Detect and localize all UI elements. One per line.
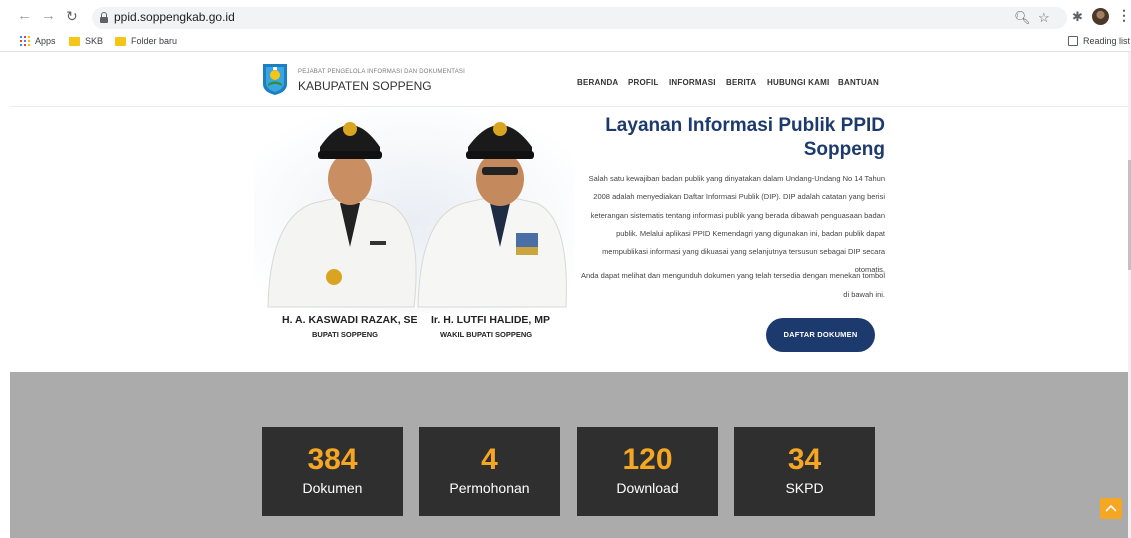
stat-value: 34 (787, 443, 822, 476)
profile-avatar[interactable] (1092, 8, 1109, 25)
apps-grid-icon (20, 36, 30, 46)
scroll-to-top-button[interactable] (1100, 498, 1122, 519)
bookmark-skb[interactable]: SKB (69, 36, 103, 46)
stat-value: 120 (622, 443, 673, 476)
hero-paragraph: Salah satu kewajiban badan publik yang d… (588, 174, 885, 275)
back-icon[interactable]: ← (17, 8, 32, 24)
lock-icon[interactable] (100, 12, 108, 23)
stat-card-download: 120 Download (577, 427, 718, 516)
hero-paragraph-secondary: Anda dapat melihat dan mengunduh dokumen… (581, 271, 885, 299)
nav-hubungi-kami[interactable]: HUBUNGI KAMI (767, 78, 829, 87)
address-bar[interactable]: ppid.soppengkab.go.id 🔍︎ ☆ (92, 7, 1067, 29)
stat-card-permohonan: 4 Permohonan (419, 427, 560, 516)
reading-list-label: Reading list (1083, 36, 1131, 46)
officials-portrait-image (254, 107, 574, 313)
bookmarks-bar: Apps SKB Folder baru Reading list (0, 33, 1131, 52)
bookmark-label: SKB (85, 36, 104, 46)
zoom-icon[interactable]: 🔍︎ (1014, 10, 1031, 26)
reading-list-icon (1068, 36, 1078, 46)
folder-icon (69, 36, 80, 46)
nav-informasi[interactable]: INFORMASI (669, 78, 716, 87)
bookmark-apps[interactable]: Apps (20, 36, 56, 46)
site-header: PEJABAT PENGELOLA INFORMASI DAN DOKUMENT… (10, 52, 1128, 107)
browser-toolbar: ← → ↻ ppid.soppengkab.go.id 🔍︎ ☆ ✱ ⋮ (0, 0, 1131, 33)
stat-label: Download (616, 480, 679, 496)
official-role-bupati: BUPATI SOPPENG (312, 330, 378, 339)
web-page: PEJABAT PENGELOLA INFORMASI DAN DOKUMENT… (10, 52, 1128, 538)
hero-title-line1: Layanan Informasi Publik PPID (605, 115, 885, 136)
stat-label: Permohonan (449, 480, 530, 496)
nav-profil[interactable]: PROFIL (628, 78, 659, 87)
bookmark-label: Folder baru (131, 36, 178, 46)
hero-title: Layanan Informasi Publik PPID Soppeng (565, 114, 885, 162)
folder-icon (115, 36, 126, 46)
official-name-wakil: Ir. H. LUTFI HALIDE, MP (431, 314, 551, 326)
nav-bantuan[interactable]: BANTUAN (838, 78, 879, 87)
daftar-dokumen-button[interactable]: DAFTAR DOKUMEN (766, 318, 875, 352)
extensions-icon[interactable]: ✱ (1072, 9, 1083, 25)
bookmark-folder-baru[interactable]: Folder baru (115, 36, 177, 46)
brand-subtitle: PEJABAT PENGELOLA INFORMASI DAN DOKUMENT… (298, 69, 465, 75)
stat-label: Dokumen (302, 480, 363, 496)
hero-title-line2: Soppeng (803, 139, 885, 160)
nav-berita[interactable]: BERITA (726, 78, 756, 87)
stat-value: 4 (481, 443, 498, 476)
soppeng-logo[interactable] (261, 62, 289, 96)
official-role-wakil: WAKIL BUPATI SOPPENG (440, 330, 533, 339)
url-text[interactable]: ppid.soppengkab.go.id (114, 10, 235, 24)
nav-beranda[interactable]: BERANDA (577, 78, 618, 87)
stats-section: 384 Dokumen 4 Permohonan 120 Download 34… (10, 372, 1128, 538)
stat-card-skpd: 34 SKPD (734, 427, 875, 516)
forward-icon[interactable]: → (41, 8, 56, 24)
stat-card-dokumen: 384 Dokumen (262, 427, 403, 516)
bookmark-label: Apps (35, 36, 56, 46)
stat-value: 384 (307, 443, 358, 476)
more-menu-icon[interactable]: ⋮ (1117, 7, 1131, 24)
stat-label: SKPD (785, 480, 824, 496)
reload-icon[interactable]: ↻ (66, 8, 78, 24)
chevron-up-icon (1105, 504, 1117, 512)
official-name-bupati: H. A. KASWADI RAZAK, SE (282, 314, 418, 326)
brand-title[interactable]: KABUPATEN SOPPENG (298, 79, 432, 93)
reading-list-button[interactable]: Reading list (1068, 36, 1130, 46)
star-icon[interactable]: ☆ (1038, 10, 1050, 26)
